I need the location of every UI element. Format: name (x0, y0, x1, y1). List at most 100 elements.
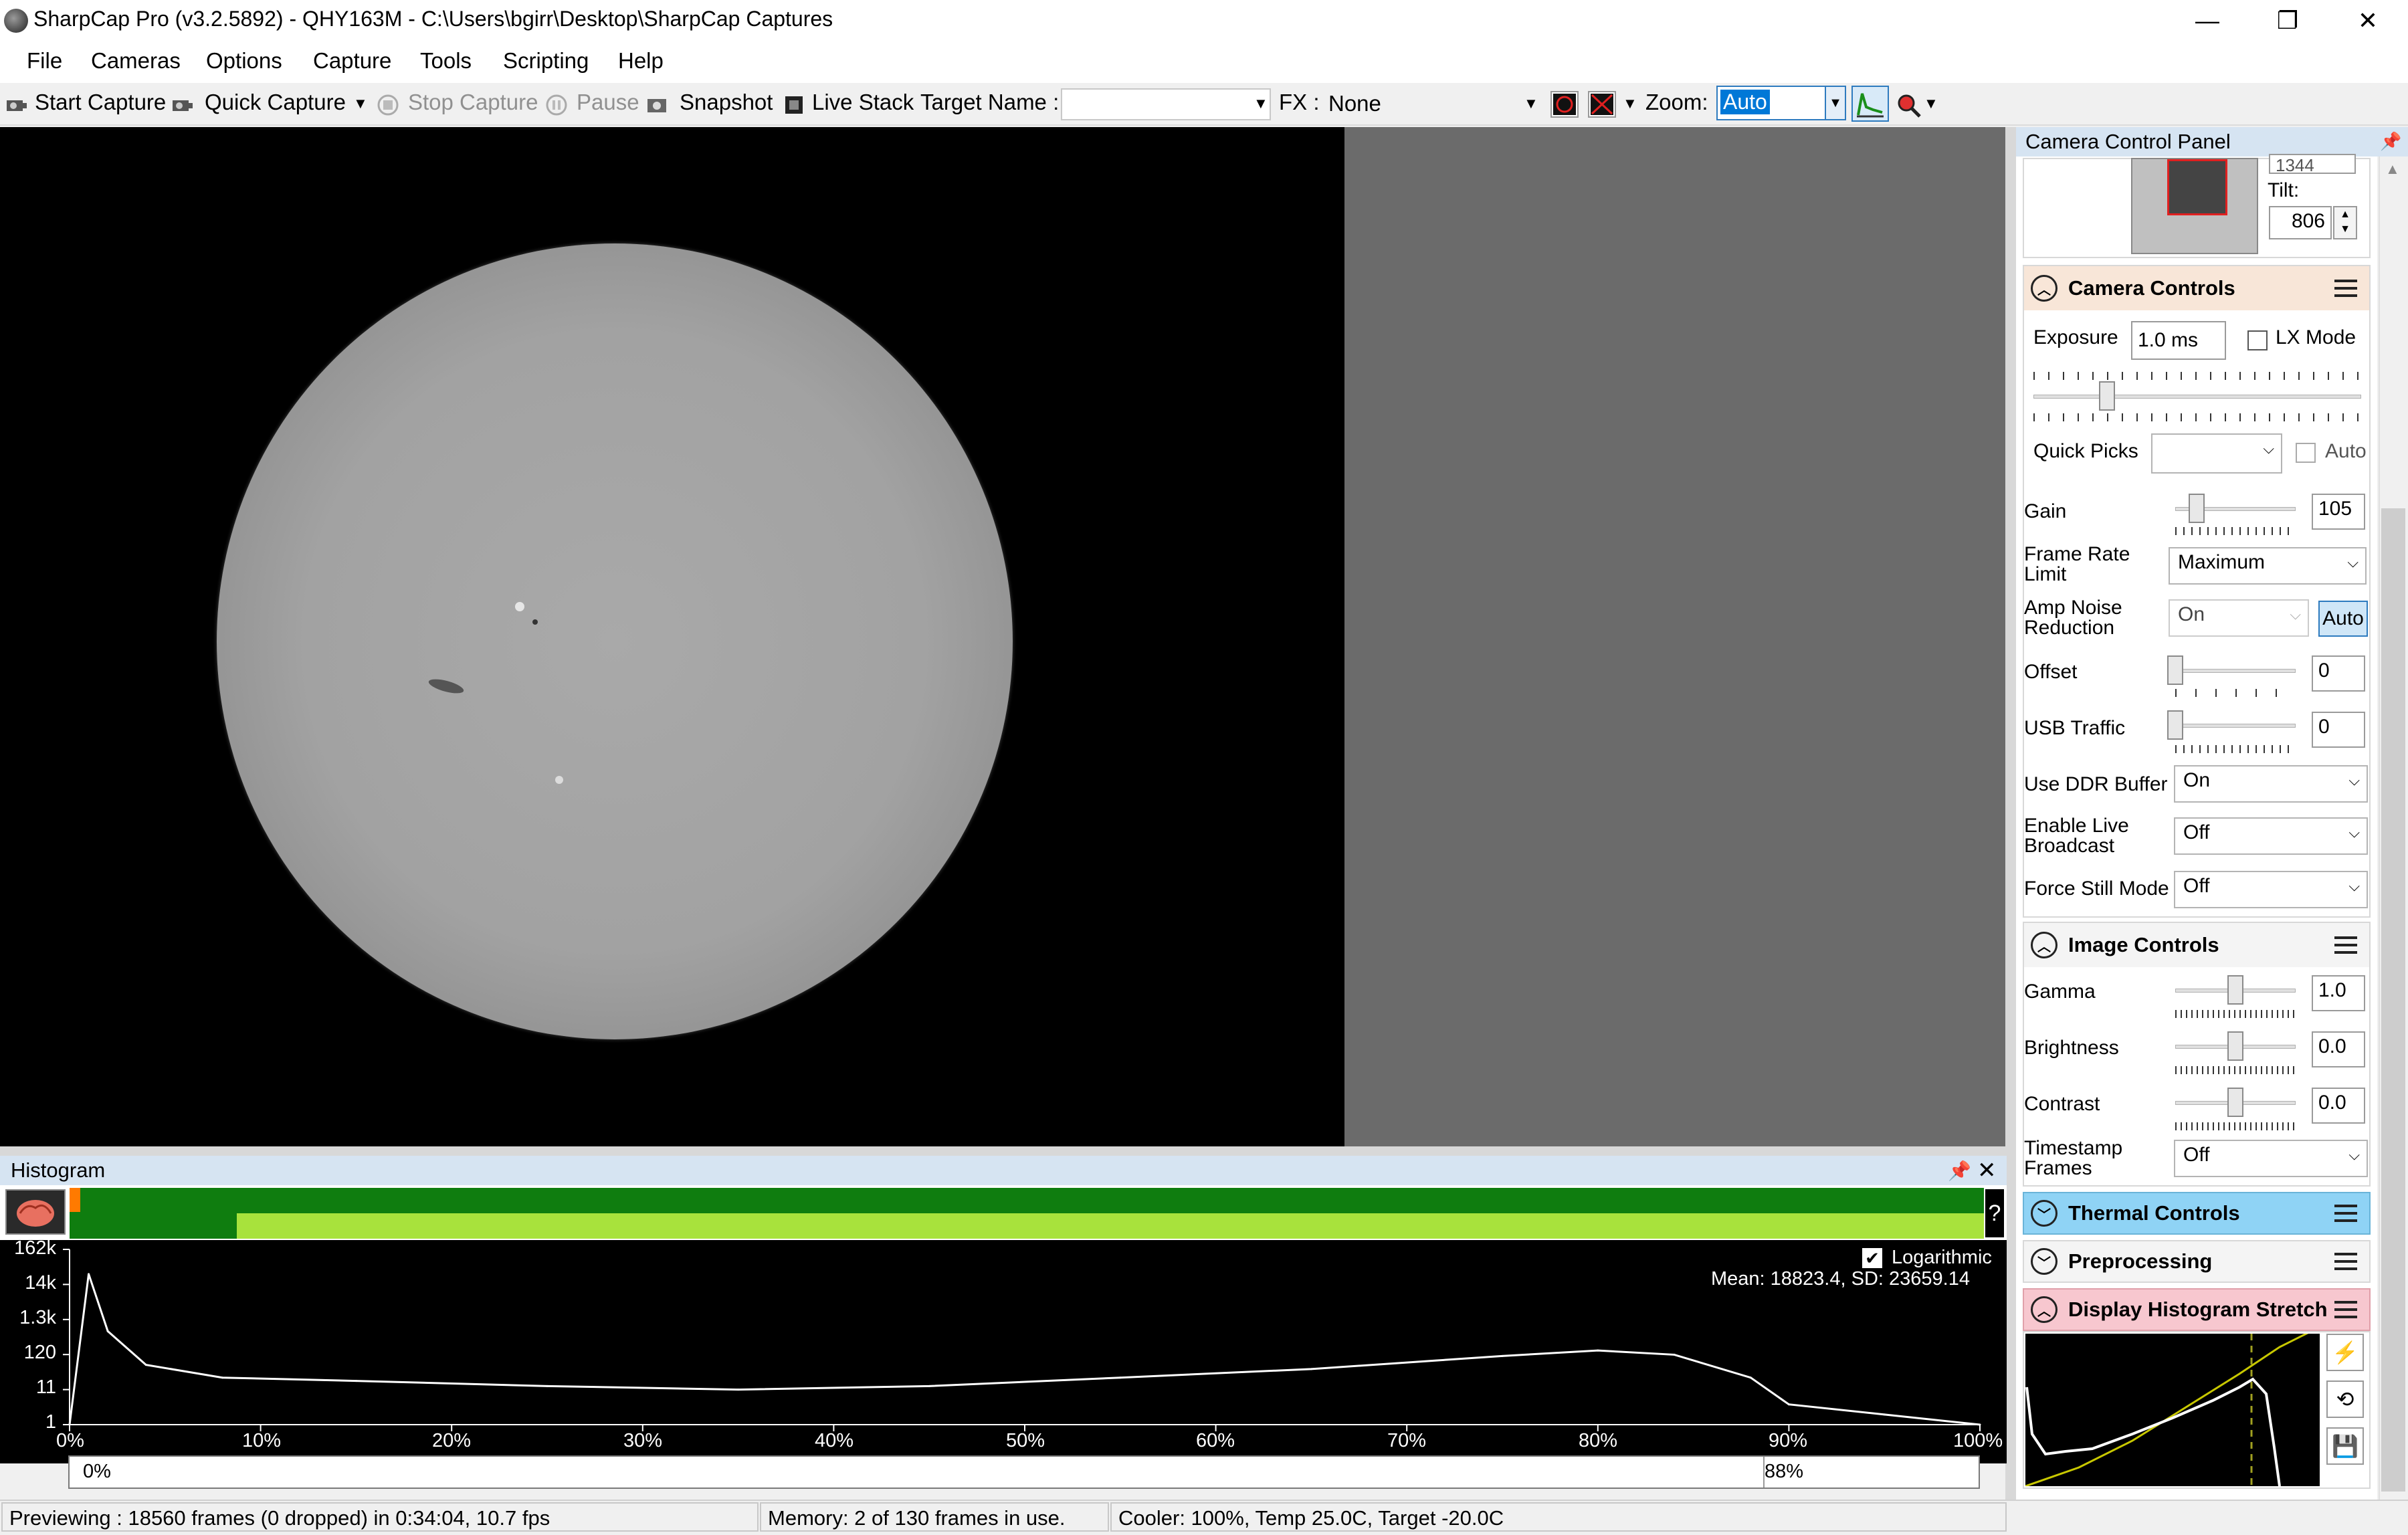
quick-picks-auto-checkbox[interactable] (2296, 443, 2316, 463)
exposure-label: Exposure (2033, 326, 2118, 348)
start-capture-button[interactable]: Start Capture (35, 90, 166, 115)
usb-traffic-input[interactable]: 0 (2312, 712, 2365, 748)
camera-controls-header[interactable]: ︿ Camera Controls (2024, 266, 2369, 310)
close-button[interactable]: ✕ (2328, 0, 2408, 41)
menu-options[interactable]: Options (206, 48, 282, 74)
menu-icon[interactable] (2334, 1301, 2357, 1318)
menu-icon[interactable] (2334, 1205, 2357, 1222)
gamma-slider-thumb[interactable] (2227, 975, 2243, 1005)
exposure-input[interactable]: 1.0 ms (2131, 321, 2226, 360)
histogram-marker[interactable] (70, 1188, 80, 1212)
overlay-dropdown-icon[interactable]: ▼ (1623, 95, 1637, 112)
snapshot-button[interactable]: Snapshot (680, 90, 773, 115)
contrast-slider-thumb[interactable] (2227, 1088, 2243, 1117)
display-stretch-title: Display Histogram Stretch (2068, 1298, 2328, 1321)
crosshair-icon[interactable] (1588, 91, 1616, 118)
image-controls-header[interactable]: ︿ Image Controls (2024, 923, 2369, 967)
scroll-up-icon[interactable]: ▲ (2385, 161, 2400, 178)
brightness-slider-thumb[interactable] (2227, 1031, 2243, 1061)
snapshot-icon (645, 94, 669, 116)
zoom-magnifier-icon[interactable] (1896, 92, 1922, 119)
lx-mode-label: LX Mode (2276, 326, 2356, 348)
lightning-icon[interactable]: ⚡ (2326, 1334, 2364, 1371)
menu-tools[interactable]: Tools (420, 48, 472, 74)
usb-traffic-slider-track[interactable] (2175, 724, 2296, 728)
roi-rectangle[interactable] (2167, 159, 2227, 215)
fx-select[interactable]: None (1328, 91, 1381, 116)
histogram-series-line (68, 1273, 1981, 1426)
frame-rate-select[interactable]: Maximum ⌵ (2169, 547, 2367, 585)
gain-slider-thumb[interactable] (2189, 494, 2205, 523)
amp-noise-select[interactable]: On ⌵ (2169, 599, 2309, 637)
menu-icon[interactable] (2334, 280, 2357, 297)
force-still-select[interactable]: Off ⌵ (2174, 871, 2368, 908)
gamma-input[interactable]: 1.0 (2312, 975, 2365, 1011)
display-stretch-header[interactable]: ︿ Display Histogram Stretch (2023, 1288, 2371, 1331)
live-stack-button[interactable]: Live Stack (812, 90, 914, 115)
contrast-input[interactable]: 0.0 (2312, 1088, 2365, 1124)
usb-traffic-slider-thumb[interactable] (2167, 710, 2183, 740)
lx-mode-checkbox[interactable] (2247, 330, 2268, 350)
quick-picks-select[interactable]: ⌵ (2151, 433, 2282, 474)
pause-button[interactable]: Pause (577, 90, 639, 115)
offset-input[interactable]: 0 (2312, 655, 2365, 692)
expand-chevron-icon[interactable]: ﹀ (2031, 1200, 2058, 1227)
menu-file[interactable]: File (27, 48, 62, 74)
collapse-chevron-icon[interactable]: ︿ (2031, 275, 2058, 302)
horizontal-splitter[interactable] (0, 1146, 2010, 1156)
minimize-button[interactable]: — (2167, 0, 2247, 41)
brain-icon[interactable] (5, 1189, 66, 1235)
fx-dropdown-icon[interactable]: ▼ (1524, 95, 1538, 112)
target-name-dropdown-icon[interactable]: ▼ (1253, 95, 1268, 112)
save-icon[interactable]: 💾 (2326, 1427, 2364, 1465)
quick-capture-button[interactable]: Quick Capture (205, 90, 346, 115)
histogram-help-button[interactable]: ? (1984, 1188, 2005, 1239)
zoom-dropdown-icon[interactable]: ▼ (1825, 87, 1845, 119)
reticule-icon[interactable] (1550, 91, 1579, 118)
menu-capture[interactable]: Capture (313, 48, 391, 74)
exposure-slider-thumb[interactable] (2099, 381, 2115, 411)
collapse-chevron-icon[interactable]: ︿ (2031, 1296, 2058, 1323)
zoom-tool-dropdown-icon[interactable]: ▼ (1924, 95, 1938, 112)
histogram-close-icon[interactable]: ✕ (1977, 1157, 1997, 1184)
menu-icon[interactable] (2334, 936, 2357, 954)
vertical-splitter[interactable] (2005, 127, 2016, 1500)
stretch-graph[interactable] (2025, 1326, 2320, 1488)
pin-icon[interactable]: 📌 (2380, 131, 2401, 152)
target-name-combo[interactable] (1061, 88, 1271, 120)
brightness-input[interactable]: 0.0 (2312, 1031, 2365, 1067)
logarithmic-checkbox[interactable]: ✔ (1862, 1248, 1882, 1268)
histogram-point (1597, 1349, 1599, 1352)
quick-capture-dropdown-icon[interactable]: ▼ (353, 95, 368, 112)
y-tick-label: 14k (25, 1272, 56, 1294)
timestamp-select[interactable]: Off ⌵ (2174, 1140, 2368, 1177)
preprocessing-header[interactable]: ﹀ Preprocessing (2023, 1240, 2371, 1283)
offset-slider-track[interactable] (2175, 669, 2296, 673)
roi-preview[interactable] (2131, 158, 2258, 254)
menu-cameras[interactable]: Cameras (91, 48, 181, 74)
tilt-input[interactable]: 806 (2269, 206, 2332, 239)
offset-slider-thumb[interactable] (2167, 655, 2183, 685)
histogram-toggle-icon[interactable] (1851, 86, 1889, 122)
stop-capture-button[interactable]: Stop Capture (408, 90, 538, 115)
gain-input[interactable]: 105 (2312, 494, 2365, 530)
histogram-range-slider[interactable] (68, 1455, 1980, 1489)
collapse-chevron-icon[interactable]: ︿ (2031, 932, 2058, 958)
reset-icon[interactable]: ⟲ (2326, 1380, 2364, 1418)
scrollbar-thumb[interactable] (2381, 508, 2405, 1492)
thermal-controls-header[interactable]: ﹀ Thermal Controls (2023, 1192, 2371, 1235)
usb-traffic-ticks (2175, 745, 2296, 753)
ddr-buffer-select[interactable]: On ⌵ (2174, 765, 2368, 803)
zoom-select[interactable]: Auto ▼ (1716, 86, 1846, 120)
menu-scripting[interactable]: Scripting (503, 48, 589, 74)
live-broadcast-select[interactable]: Off ⌵ (2174, 817, 2368, 855)
menu-help[interactable]: Help (618, 48, 664, 74)
exposure-slider-track[interactable] (2033, 395, 2361, 399)
menu-icon[interactable] (2334, 1253, 2357, 1270)
histogram-pin-icon[interactable]: 📌 (1948, 1160, 1971, 1182)
amp-noise-auto-button[interactable]: Auto (2318, 601, 2368, 637)
tilt-spinner-icon[interactable]: ▲ ▼ (2333, 206, 2357, 239)
pan-value[interactable]: 1344 (2269, 154, 2356, 174)
expand-chevron-icon[interactable]: ﹀ (2031, 1248, 2058, 1275)
maximize-button[interactable]: ❐ (2247, 0, 2328, 41)
